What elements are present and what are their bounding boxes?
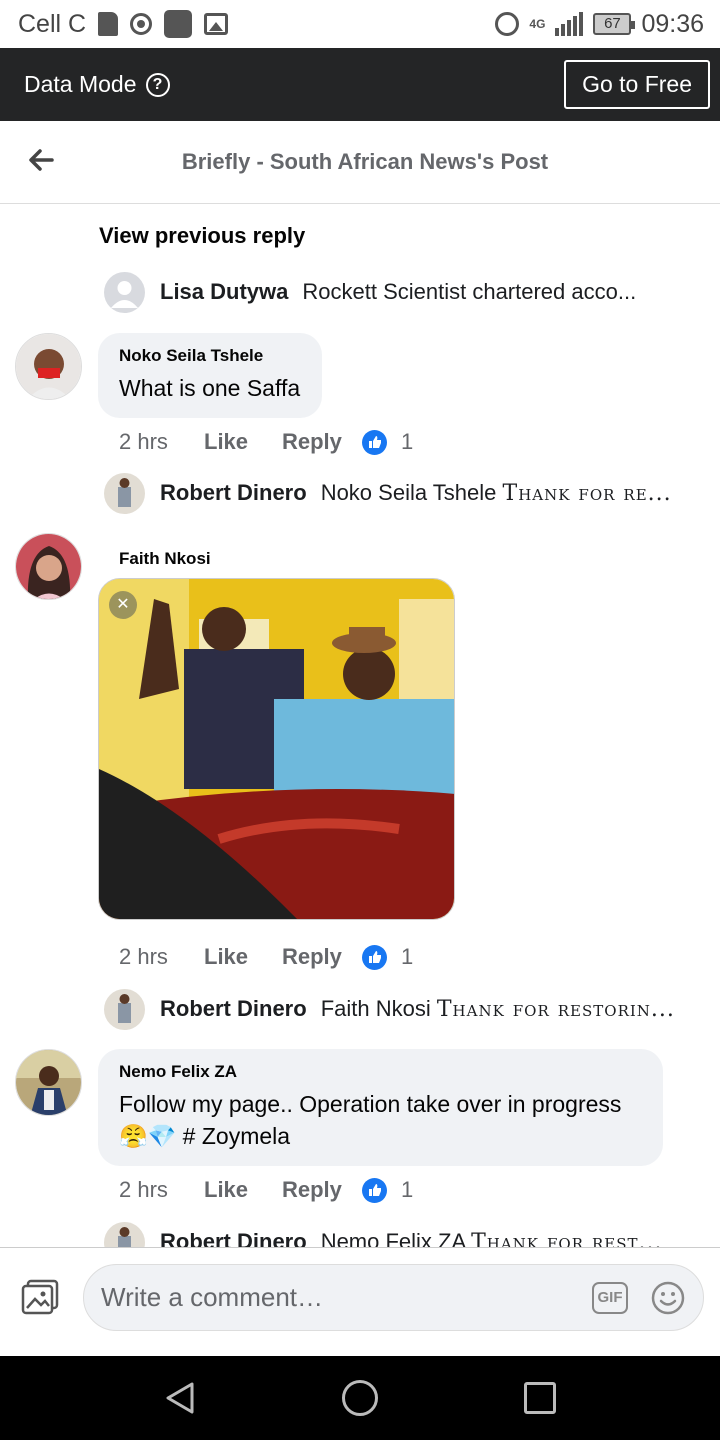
- reply-author[interactable]: Robert Dinero: [160, 1229, 307, 1247]
- emoji-group: 😤💎: [119, 1123, 177, 1149]
- back-arrow-icon[interactable]: [26, 145, 56, 175]
- comment-text: What is one Saffa: [119, 375, 301, 401]
- reply-mention[interactable]: Faith Nkosi: [321, 996, 431, 1021]
- reply-text: Noko Seila Tshele Thank for re...: [321, 480, 672, 506]
- reply-button[interactable]: Reply: [282, 429, 362, 455]
- battery-icon: 67: [593, 13, 636, 35]
- reaction-count[interactable]: 1: [401, 944, 413, 970]
- signal-icon: [555, 12, 584, 36]
- image-notification-icon: [204, 13, 229, 35]
- comment-text: Follow my page.. Operation take over in …: [119, 1088, 641, 1152]
- close-icon: ✕: [109, 591, 137, 619]
- reply-body: Thank for rest...: [471, 1230, 663, 1247]
- avatar[interactable]: [15, 1049, 82, 1116]
- reply-body: Thank for restorin...: [436, 997, 675, 1022]
- comment-actions: 2 hrs Like Reply 1: [119, 942, 413, 972]
- like-button[interactable]: Like: [204, 944, 282, 970]
- sd-card-icon: [98, 12, 119, 36]
- comment-author[interactable]: Faith Nkosi: [119, 549, 211, 569]
- location-icon: [130, 13, 153, 35]
- go-to-free-button[interactable]: Go to Free: [564, 60, 710, 109]
- avatar[interactable]: [104, 271, 145, 313]
- data-mode-bar: Data Mode ? Go to Free: [0, 48, 720, 121]
- thumbs-up-icon[interactable]: [362, 944, 387, 970]
- nav-home-icon[interactable]: [342, 1380, 378, 1416]
- nav-back-icon[interactable]: [162, 1380, 198, 1416]
- comment-time: 2 hrs: [119, 944, 168, 969]
- reply-text: Rockett Scientist chartered acco...: [302, 279, 637, 304]
- reply-item[interactable]: Lisa Dutywa Rockett Scientist chartered …: [104, 271, 684, 313]
- reply-author[interactable]: Robert Dinero: [160, 480, 307, 506]
- reply-text: Nemo Felix ZA Thank for rest...: [321, 1229, 663, 1247]
- avatar[interactable]: [15, 333, 82, 400]
- reaction-count[interactable]: 1: [401, 1177, 413, 1203]
- reaction-count[interactable]: 1: [401, 429, 413, 455]
- reply-item[interactable]: Robert Dinero Faith Nkosi Thank for rest…: [104, 988, 684, 1030]
- reply-author[interactable]: Robert Dinero: [160, 996, 307, 1022]
- post-header: Briefly - South African News's Post: [0, 121, 720, 204]
- avatar[interactable]: [104, 988, 145, 1030]
- comment-actions: 2 hrs Like Reply 1: [119, 1175, 413, 1205]
- like-button[interactable]: Like: [204, 429, 282, 455]
- page-title: Briefly - South African News's Post: [181, 149, 549, 174]
- comment-composer: GIF: [0, 1247, 720, 1356]
- avatar[interactable]: [104, 1221, 145, 1247]
- comment-author[interactable]: Nemo Felix ZA: [119, 1062, 641, 1082]
- help-icon[interactable]: ?: [145, 72, 170, 97]
- thumbs-up-icon[interactable]: [362, 429, 387, 455]
- comment-text-line: Follow my page.. Operation take over in …: [119, 1091, 622, 1117]
- alarm-icon: [495, 12, 520, 36]
- reply-text: Faith Nkosi Thank for restorin...: [321, 996, 675, 1022]
- hashtag-text: # Zoymela: [182, 1123, 291, 1149]
- like-button[interactable]: Like: [204, 1177, 282, 1203]
- avatar[interactable]: [104, 472, 145, 514]
- nav-recents-icon[interactable]: [524, 1382, 556, 1414]
- data-mode-label: Data Mode: [24, 71, 137, 97]
- emoji-icon[interactable]: [651, 1281, 685, 1315]
- comment-time: 2 hrs: [119, 1177, 168, 1202]
- reply-item[interactable]: Robert Dinero Noko Seila Tshele Thank fo…: [104, 472, 684, 514]
- reply-mention[interactable]: Noko Seila Tshele: [321, 480, 497, 505]
- comment-text-line: 😤💎 # Zoymela: [119, 1120, 641, 1152]
- view-previous-reply-link[interactable]: View previous reply: [99, 223, 305, 249]
- app-notification-icon: [164, 10, 193, 38]
- carrier-label: Cell C: [18, 9, 87, 38]
- comment-actions: 2 hrs Like Reply 1: [119, 427, 413, 457]
- photo-attach-icon[interactable]: [21, 1279, 59, 1315]
- reply-button[interactable]: Reply: [282, 944, 362, 970]
- comment-time: 2 hrs: [119, 429, 168, 454]
- gif-button[interactable]: GIF: [592, 1282, 628, 1314]
- system-nav-bar: [0, 1356, 720, 1440]
- comment-bubble[interactable]: Noko Seila Tshele What is one Saffa: [98, 333, 323, 418]
- status-bar: Cell C 4G 67 09:36: [0, 0, 720, 48]
- network-type: 4G: [529, 17, 546, 31]
- reply-mention[interactable]: Nemo Felix ZA: [321, 1229, 465, 1247]
- comment-author[interactable]: Noko Seila Tshele: [119, 346, 300, 366]
- avatar[interactable]: [15, 533, 82, 600]
- thumbs-up-icon[interactable]: [362, 1177, 387, 1203]
- reply-author[interactable]: Lisa Dutywa: [160, 279, 288, 305]
- reply-body: Thank for re...: [502, 481, 672, 506]
- clock: 09:36: [641, 9, 704, 38]
- comment-bubble[interactable]: Nemo Felix ZA Follow my page.. Operation…: [98, 1049, 663, 1166]
- comment-photo[interactable]: ✕: [98, 578, 455, 920]
- comments-feed[interactable]: View previous reply Lisa Dutywa Rockett …: [0, 205, 720, 1247]
- reply-button[interactable]: Reply: [282, 1177, 362, 1203]
- reply-item[interactable]: Robert Dinero Nemo Felix ZA Thank for re…: [104, 1221, 684, 1247]
